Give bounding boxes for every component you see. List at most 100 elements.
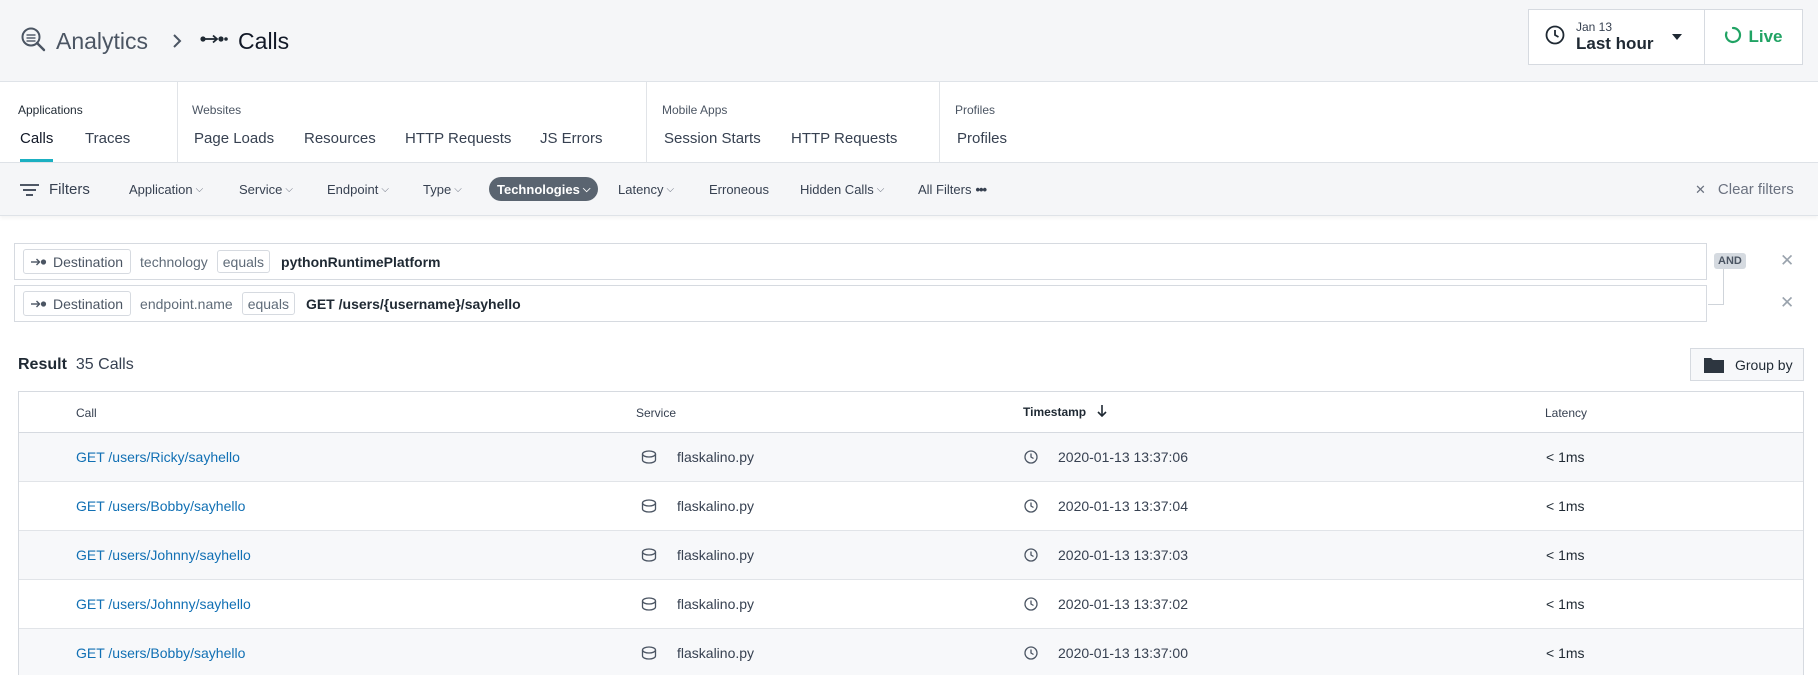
filter-lines-icon (20, 183, 39, 197)
filter-latency[interactable]: Latency ⌵ (618, 163, 674, 216)
timestamp-value: 2020-01-13 13:37:04 (1058, 498, 1188, 514)
clear-filters-label: Clear filters (1717, 181, 1794, 198)
timestamp-cell: 2020-01-13 13:37:02 (1024, 580, 1188, 628)
close-icon: ✕ (1695, 181, 1706, 197)
tab-js-errors[interactable]: JS Errors (540, 130, 603, 162)
filter-label: Endpoint (327, 182, 379, 197)
call-link[interactable]: GET /users/Bobby/sayhello (76, 629, 245, 675)
group-by-button[interactable]: Group by (1690, 348, 1804, 381)
tab-profiles[interactable]: Profiles (957, 130, 1007, 162)
filters-toggle[interactable]: Filters (20, 163, 90, 216)
table-row[interactable]: GET /users/Bobby/sayhello flaskalino.py 20… (19, 482, 1803, 531)
clock-icon (1024, 597, 1048, 611)
section-nav: Applications Calls Traces Websites Page … (0, 82, 1818, 163)
service-name: flaskalino.py (677, 498, 755, 514)
tab-http-requests[interactable]: HTTP Requests (405, 130, 511, 162)
entity-label: Destination (53, 253, 124, 270)
call-link[interactable]: GET /users/Bobby/sayhello (76, 482, 245, 530)
database-icon (641, 597, 667, 611)
service-cell[interactable]: flaskalino.py (641, 482, 754, 530)
tab-traces[interactable]: Traces (85, 130, 130, 162)
query-operator[interactable]: equals (216, 250, 271, 273)
calls-icon (200, 32, 228, 51)
time-range-selector[interactable]: Jan 13 Last hour (1529, 10, 1705, 64)
nav-group-title: Profiles (955, 103, 996, 117)
entity-label: Destination (53, 295, 124, 312)
filter-application[interactable]: Application ⌵ (129, 163, 203, 216)
chevron-down-icon: ⌵ (582, 183, 591, 195)
live-spinner-icon (1724, 26, 1748, 49)
table-header: Call Service Timestamp Latency (19, 392, 1803, 433)
database-icon (641, 646, 667, 660)
breadcrumb-analytics[interactable]: Analytics (56, 28, 148, 55)
time-control: Jan 13 Last hour Live (1528, 9, 1803, 65)
table-row[interactable]: GET /users/Johnny/sayhello flaskalino.py 2… (19, 580, 1803, 629)
entity-chip[interactable]: Destination (23, 249, 132, 274)
table-row[interactable]: GET /users/Bobby/sayhello flaskalino.py 20… (19, 629, 1803, 675)
call-link[interactable]: GET /users/Johnny/sayhello (76, 580, 251, 628)
call-link[interactable]: GET /users/Johnny/sayhello (76, 531, 251, 579)
filter-technologies[interactable]: Technologies ⌵ (489, 177, 599, 201)
logic-operator-badge[interactable]: AND (1714, 253, 1746, 269)
service-cell[interactable]: flaskalino.py (641, 433, 754, 481)
result-count: 35 Calls (75, 356, 134, 373)
column-service[interactable]: Service (636, 406, 676, 420)
result-summary: Result 35 Calls (18, 356, 134, 374)
remove-query-row-icon[interactable]: ✕ (1780, 251, 1794, 271)
query-value[interactable]: GET /users/{username}/sayhello (306, 296, 521, 312)
filters-label: Filters (49, 181, 90, 198)
more-dots-icon: ••• (975, 182, 987, 197)
service-cell[interactable]: flaskalino.py (641, 629, 754, 675)
service-name: flaskalino.py (677, 645, 755, 661)
filter-service[interactable]: Service ⌵ (239, 163, 293, 216)
timestamp-cell: 2020-01-13 13:37:00 (1024, 629, 1188, 675)
table-row[interactable]: GET /users/Ricky/sayhello flaskalino.py 20… (19, 433, 1803, 482)
timestamp-value: 2020-01-13 13:37:06 (1058, 449, 1188, 465)
nav-group-title: Mobile Apps (662, 103, 728, 117)
query-row[interactable]: Destination endpoint.name equals GET /us… (14, 285, 1707, 322)
entity-chip[interactable]: Destination (23, 291, 132, 316)
filter-all-filters[interactable]: All Filters ••• (918, 163, 987, 216)
nav-group-title: Websites (192, 103, 242, 117)
clock-icon (1545, 25, 1565, 50)
timestamp-value: 2020-01-13 13:37:02 (1058, 596, 1188, 612)
filter-type[interactable]: Type ⌵ (423, 163, 462, 216)
tab-page-loads[interactable]: Page Loads (194, 130, 274, 162)
column-timestamp[interactable]: Timestamp (1023, 405, 1108, 420)
filter-endpoint[interactable]: Endpoint ⌵ (327, 163, 389, 216)
filter-bar: Filters Application ⌵ Service ⌵ Endpoint ⌵ … (0, 163, 1818, 216)
clear-filters-button[interactable]: ✕ Clear filters (1695, 163, 1794, 216)
call-link[interactable]: GET /users/Ricky/sayhello (76, 433, 240, 481)
query-operator[interactable]: equals (241, 292, 295, 315)
service-name: flaskalino.py (677, 596, 755, 612)
filter-hidden-calls[interactable]: Hidden Calls ⌵ (800, 163, 884, 216)
filter-erroneous[interactable]: Erroneous (709, 163, 769, 216)
query-value[interactable]: pythonRuntimePlatform (281, 254, 440, 270)
nav-group-websites: Websites Page Loads Resources HTTP Reque… (177, 82, 646, 163)
live-button[interactable]: Live (1705, 10, 1802, 64)
tab-mobile-http-requests[interactable]: HTTP Requests (791, 130, 897, 162)
service-cell[interactable]: flaskalino.py (641, 531, 754, 579)
column-call[interactable]: Call (76, 406, 97, 420)
folder-icon (1703, 356, 1735, 374)
chevron-down-icon: ⌵ (381, 184, 389, 195)
remove-query-row-icon[interactable]: ✕ (1780, 293, 1794, 313)
top-header: Analytics Calls Jan 13 Last hour Live (0, 0, 1818, 82)
tab-resources[interactable]: Resources (304, 130, 376, 162)
query-row[interactable]: Destination technology equals pythonRunt… (14, 243, 1707, 280)
table-row[interactable]: GET /users/Johnny/sayhello flaskalino.py 2… (19, 531, 1803, 580)
timestamp-value: 2020-01-13 13:37:03 (1058, 547, 1188, 563)
column-latency[interactable]: Latency (1545, 406, 1587, 420)
service-cell[interactable]: flaskalino.py (641, 580, 754, 628)
latency-value: < 1ms (1546, 596, 1585, 612)
clock-icon (1024, 450, 1048, 464)
time-range: Last hour (1576, 34, 1654, 53)
page-title: Calls (238, 27, 290, 54)
query-key: technology (140, 253, 208, 270)
latency-value: < 1ms (1546, 645, 1585, 661)
database-icon (641, 499, 667, 513)
filter-label: Application (129, 182, 193, 197)
tab-session-starts[interactable]: Session Starts (664, 130, 761, 162)
timestamp-cell: 2020-01-13 13:37:06 (1024, 433, 1188, 481)
tab-calls[interactable]: Calls (20, 130, 54, 162)
